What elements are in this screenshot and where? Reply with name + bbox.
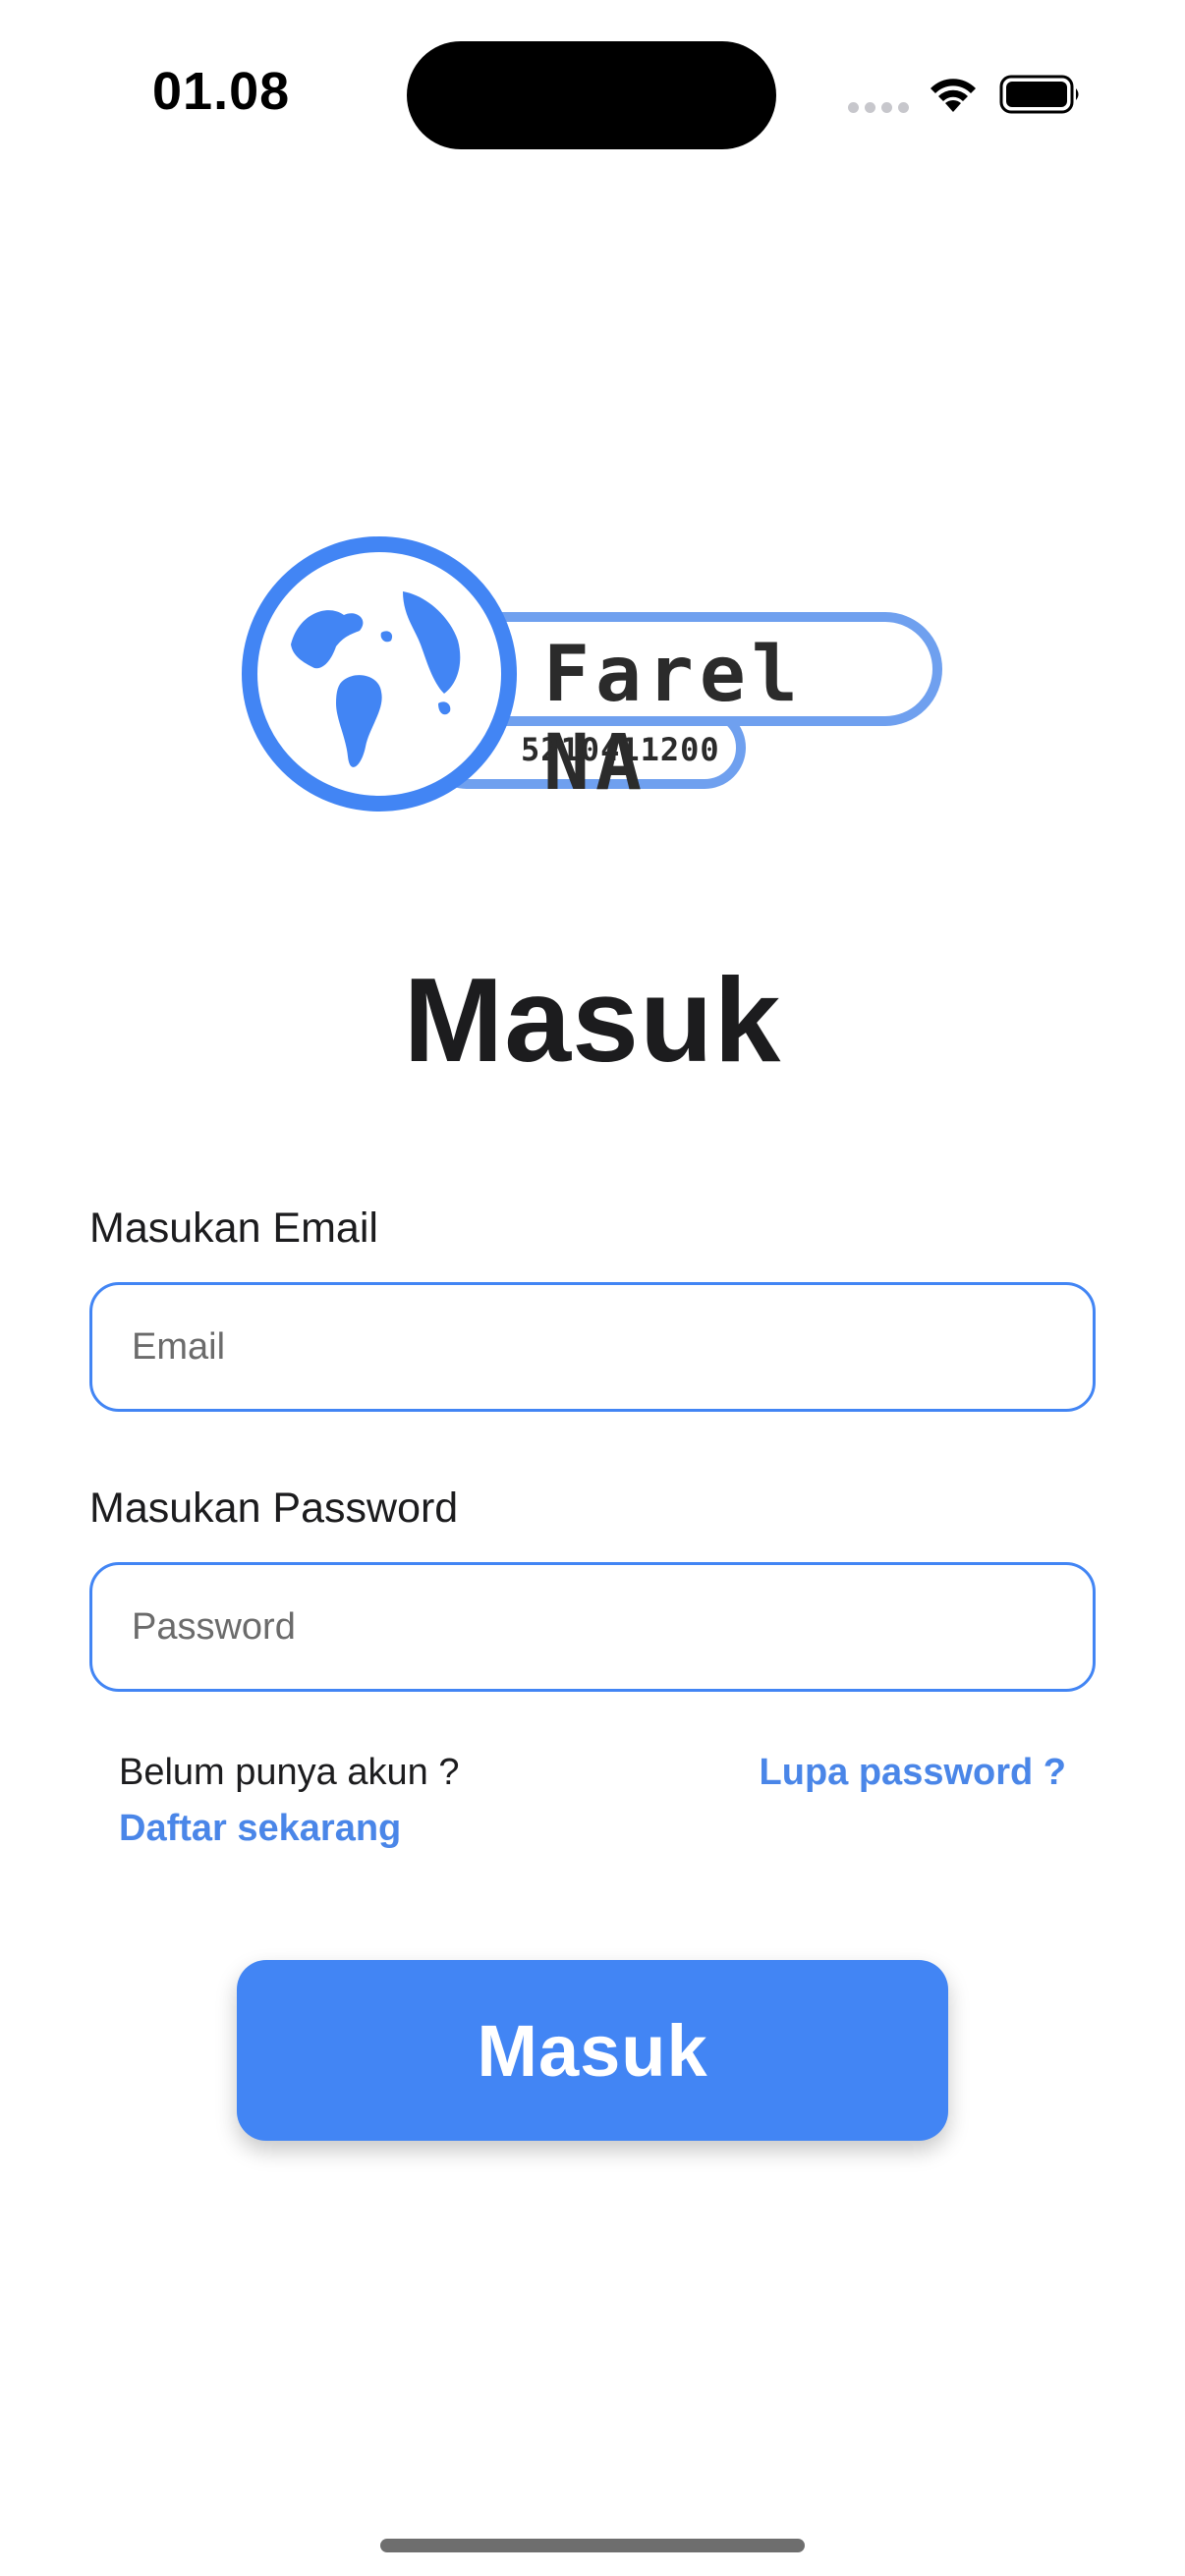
email-label: Masukan Email: [89, 1204, 378, 1252]
logo-id-number: 5210411200: [521, 731, 720, 768]
logo-name: Farel NA: [543, 631, 804, 808]
page-title: Masuk: [403, 953, 782, 1087]
password-label: Masukan Password: [89, 1484, 459, 1532]
no-account-text: Belum punya akun ?: [119, 1752, 460, 1793]
battery-icon: [999, 75, 1079, 114]
home-indicator[interactable]: [380, 2539, 805, 2552]
login-button[interactable]: Masuk: [237, 1960, 948, 2141]
email-input[interactable]: [89, 1282, 1096, 1412]
dynamic-island: [407, 41, 776, 149]
cellular-signal-icon: [848, 102, 909, 113]
status-time: 01.08: [152, 62, 291, 121]
register-link[interactable]: Daftar sekarang: [119, 1808, 401, 1850]
forgot-password-link[interactable]: Lupa password ?: [760, 1752, 1066, 1794]
app-logo: Farel NA 5210411200: [234, 534, 951, 813]
wifi-icon: [931, 79, 976, 112]
password-input[interactable]: [89, 1562, 1096, 1692]
